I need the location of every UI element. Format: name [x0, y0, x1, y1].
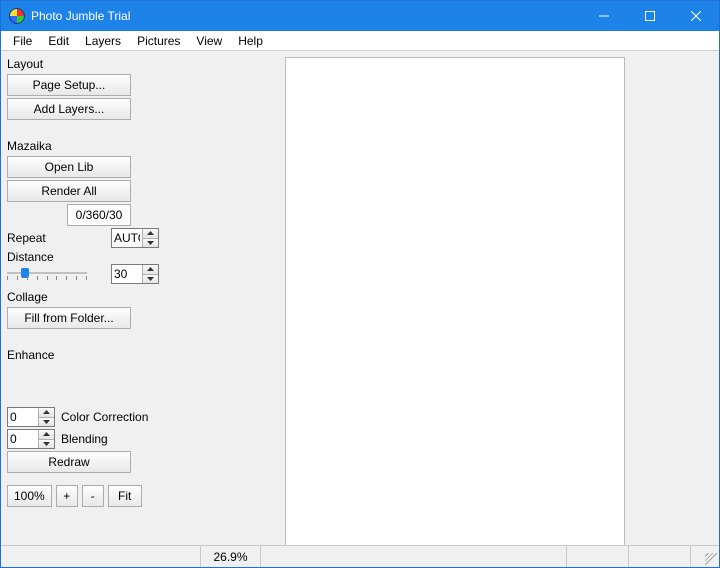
title-bar: Photo Jumble Trial [1, 1, 719, 31]
blending-input[interactable] [8, 430, 38, 448]
maximize-button[interactable] [627, 1, 673, 31]
menu-pictures[interactable]: Pictures [129, 33, 188, 49]
canvas-area [165, 51, 719, 545]
status-cell-b [629, 546, 691, 567]
zoom-out-button[interactable]: - [82, 485, 104, 507]
render-all-button[interactable]: Render All [7, 180, 131, 202]
repeat-label: Repeat [7, 231, 111, 245]
window-title: Photo Jumble Trial [31, 9, 130, 23]
app-icon [9, 8, 25, 24]
menu-bar: File Edit Layers Pictures View Help [1, 31, 719, 51]
mazaika-progress: 0/360/30 [67, 204, 131, 226]
mazaika-heading: Mazaika [7, 139, 159, 153]
distance-down-icon[interactable] [143, 275, 158, 284]
blending-spinner[interactable] [7, 429, 55, 449]
status-bar: 26.9% [1, 545, 719, 567]
redraw-button[interactable]: Redraw [7, 451, 131, 473]
fill-from-folder-button[interactable]: Fill from Folder... [7, 307, 131, 329]
layout-heading: Layout [7, 57, 159, 71]
zoom-100-button[interactable]: 100% [7, 485, 52, 507]
repeat-input[interactable] [112, 229, 142, 247]
status-grip-cell [691, 546, 719, 567]
menu-file[interactable]: File [5, 33, 40, 49]
menu-view[interactable]: View [188, 33, 230, 49]
main-area: Layout Page Setup... Add Layers... Mazai… [1, 51, 719, 545]
minimize-button[interactable] [581, 1, 627, 31]
repeat-up-icon[interactable] [143, 229, 158, 239]
bl-up-icon[interactable] [39, 430, 54, 440]
enhance-heading: Enhance [7, 348, 159, 362]
zoom-in-button[interactable]: + [56, 485, 78, 507]
close-button[interactable] [673, 1, 719, 31]
repeat-down-icon[interactable] [143, 239, 158, 248]
color-correction-spinner[interactable] [7, 407, 55, 427]
color-correction-label: Color Correction [61, 410, 159, 424]
page-setup-button[interactable]: Page Setup... [7, 74, 131, 96]
status-progress-cell [1, 546, 201, 567]
distance-label: Distance [7, 250, 111, 264]
repeat-spinner[interactable] [111, 228, 159, 248]
cc-up-icon[interactable] [39, 408, 54, 418]
menu-help[interactable]: Help [230, 33, 271, 49]
add-layers-button[interactable]: Add Layers... [7, 98, 131, 120]
distance-input[interactable] [112, 265, 142, 283]
status-spacer [261, 546, 567, 567]
distance-up-icon[interactable] [143, 265, 158, 275]
blending-label: Blending [61, 432, 159, 446]
distance-spinner[interactable] [111, 264, 159, 284]
collage-heading: Collage [7, 290, 159, 304]
distance-slider[interactable] [7, 266, 87, 280]
menu-edit[interactable]: Edit [40, 33, 77, 49]
resize-grip-icon[interactable] [705, 553, 717, 565]
color-correction-input[interactable] [8, 408, 38, 426]
cc-down-icon[interactable] [39, 418, 54, 427]
status-percent: 26.9% [201, 546, 261, 567]
menu-layers[interactable]: Layers [77, 33, 129, 49]
status-cell-a [567, 546, 629, 567]
side-panel: Layout Page Setup... Add Layers... Mazai… [1, 51, 165, 545]
open-lib-button[interactable]: Open Lib [7, 156, 131, 178]
zoom-fit-button[interactable]: Fit [108, 485, 142, 507]
canvas[interactable] [285, 57, 625, 545]
bl-down-icon[interactable] [39, 440, 54, 449]
